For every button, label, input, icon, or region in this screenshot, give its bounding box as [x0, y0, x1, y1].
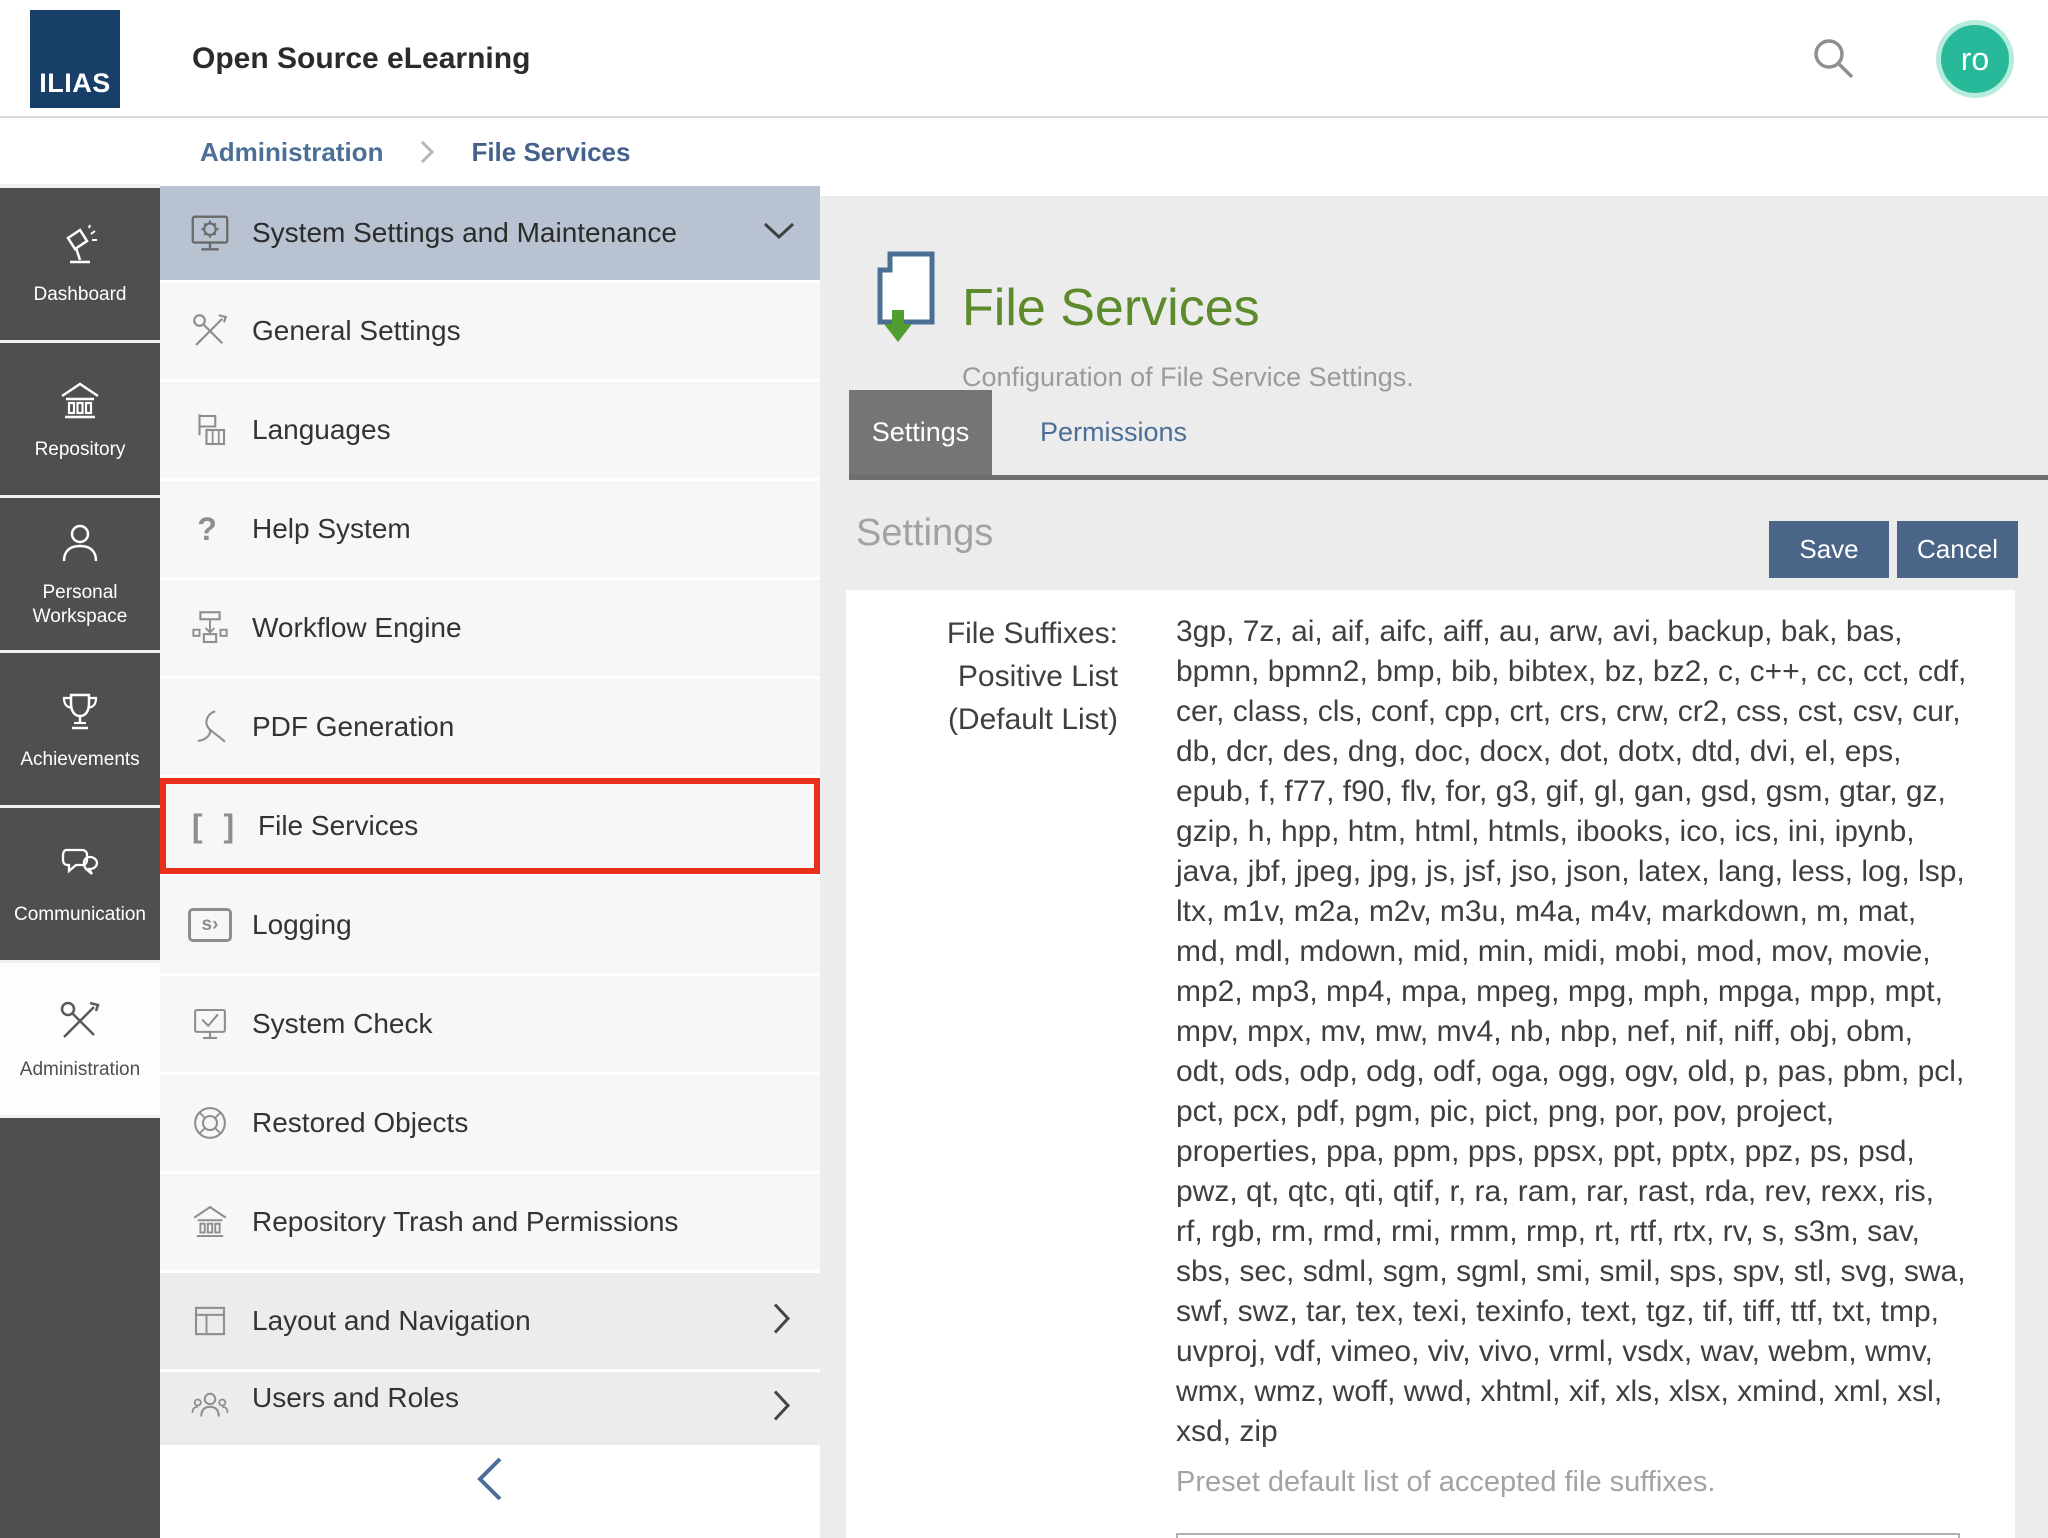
- menu-item-label: Restored Objects: [252, 1107, 468, 1139]
- menu-item-languages[interactable]: Languages: [160, 382, 820, 478]
- bank-icon: [184, 1198, 236, 1246]
- positive-list-value: 3gp, 7z, ai, aif, aifc, aiff, au, arw, a…: [1176, 612, 1968, 1452]
- pdf-swirl-icon: [184, 703, 236, 751]
- sidebar-item-label: Achievements: [14, 748, 145, 772]
- menu-item-logging[interactable]: s› Logging: [160, 877, 820, 973]
- app-title: Open Source eLearning: [192, 0, 530, 118]
- sidebar-filler: [0, 1118, 160, 1538]
- menu-item-label: Languages: [252, 414, 391, 446]
- tab-bar: Settings Permissions: [849, 390, 1235, 475]
- sidebar-item-repository[interactable]: Repository: [0, 343, 160, 495]
- workflow-icon: [184, 604, 236, 652]
- main-sidebar: Dashboard Repository Personal Workspace: [0, 184, 160, 1538]
- tools-icon: [184, 307, 236, 355]
- menu-item-label: Repository Trash and Permissions: [252, 1206, 678, 1238]
- menu-item-label: General Settings: [252, 315, 461, 347]
- menu-item-label: Help System: [252, 513, 411, 545]
- sidebar-item-achievements[interactable]: Achievements: [0, 653, 160, 805]
- user-avatar[interactable]: ro: [1936, 20, 2014, 98]
- languages-flag-icon: [184, 406, 236, 454]
- chevron-right-icon: [772, 1389, 792, 1428]
- menu-item-layout-navigation[interactable]: Layout and Navigation: [160, 1273, 820, 1369]
- settings-form-panel: File Suffixes: Positive List (Default Li…: [846, 590, 2015, 1538]
- sidebar-item-communication[interactable]: Communication: [0, 808, 160, 960]
- ilias-logo[interactable]: ILIAS: [30, 10, 120, 108]
- breadcrumb: Administration File Services: [0, 120, 2048, 184]
- chat-bubbles-icon: [56, 842, 104, 890]
- menu-item-pdf-generation[interactable]: PDF Generation: [160, 679, 820, 775]
- tab-underline: [849, 475, 2048, 480]
- menu-header-label: System Settings and Maintenance: [252, 217, 677, 249]
- logo-text: ILIAS: [39, 68, 111, 99]
- menu-item-label: Logging: [252, 909, 352, 941]
- menu-item-general-settings[interactable]: General Settings: [160, 283, 820, 379]
- form-row-positive-list: File Suffixes: Positive List (Default Li…: [846, 590, 2015, 1499]
- sidebar-item-label: Communication: [8, 903, 152, 927]
- file-services-object-icon: [866, 248, 946, 369]
- collapse-panel-button[interactable]: [472, 1453, 508, 1510]
- help-question-icon: ?: [184, 505, 236, 553]
- layout-icon: [184, 1297, 236, 1345]
- save-button[interactable]: Save: [1769, 521, 1889, 578]
- page-title: File Services: [962, 278, 1260, 338]
- section-heading: Settings: [856, 512, 993, 555]
- menu-item-workflow-engine[interactable]: Workflow Engine: [160, 580, 820, 676]
- ilias-admin-window: ILIAS Open Source eLearning ro Administr…: [0, 0, 2048, 1538]
- search-button[interactable]: [1808, 33, 1860, 85]
- admin-tools-icon: [56, 997, 104, 1045]
- top-header: ILIAS Open Source eLearning ro: [0, 0, 2048, 118]
- negative-list-textarea[interactable]: [1176, 1533, 1960, 1538]
- menu-item-users-roles[interactable]: Users and Roles: [160, 1372, 820, 1445]
- users-group-icon: [184, 1382, 236, 1430]
- menu-header-system-settings[interactable]: System Settings and Maintenance: [160, 186, 820, 280]
- menu-item-label: Workflow Engine: [252, 612, 462, 644]
- tab-settings[interactable]: Settings: [849, 390, 992, 475]
- sidebar-item-label: Repository: [29, 438, 132, 462]
- sidebar-item-administration[interactable]: Administration: [0, 963, 160, 1115]
- sidebar-item-label: Dashboard: [28, 283, 133, 307]
- menu-item-file-services[interactable]: [ ] File Services: [160, 778, 820, 874]
- chevron-down-icon: [762, 221, 796, 246]
- breadcrumb-file-services: File Services: [471, 137, 630, 168]
- sidebar-item-label: Administration: [14, 1058, 146, 1082]
- main-content: File Services Configuration of File Serv…: [820, 184, 2048, 1538]
- tab-permissions[interactable]: Permissions: [992, 390, 1235, 475]
- sidebar-item-personal-workspace[interactable]: Personal Workspace: [0, 498, 160, 650]
- menu-item-label: PDF Generation: [252, 711, 454, 743]
- positive-list-label: File Suffixes: Positive List (Default Li…: [846, 612, 1118, 741]
- cancel-button[interactable]: Cancel: [1897, 521, 2018, 578]
- sidebar-item-label: Personal Workspace: [0, 581, 160, 629]
- chevron-right-icon: [772, 1302, 792, 1341]
- menu-item-label: Layout and Navigation: [252, 1305, 531, 1337]
- menu-item-repository-trash[interactable]: Repository Trash and Permissions: [160, 1174, 820, 1270]
- admin-menu-panel: System Settings and Maintenance General …: [160, 184, 820, 1538]
- breadcrumb-chevron-icon: [419, 139, 435, 165]
- menu-item-label: System Check: [252, 1008, 433, 1040]
- logging-terminal-icon: s›: [184, 901, 236, 949]
- system-check-monitor-icon: [184, 1000, 236, 1048]
- sidebar-item-dashboard[interactable]: Dashboard: [0, 188, 160, 340]
- page-subtitle: Configuration of File Service Settings.: [962, 362, 1414, 393]
- menu-footer: [160, 1448, 820, 1538]
- content-area: File Services Configuration of File Serv…: [820, 196, 2048, 1538]
- menu-item-label: File Services: [258, 810, 418, 842]
- menu-item-system-check[interactable]: System Check: [160, 976, 820, 1072]
- lifebuoy-icon: [184, 1099, 236, 1147]
- chevron-left-icon: [472, 1453, 508, 1505]
- system-settings-monitor-gear-icon: [184, 209, 236, 257]
- menu-item-restored-objects[interactable]: Restored Objects: [160, 1075, 820, 1171]
- search-icon: [1808, 33, 1860, 85]
- repository-bank-icon: [56, 377, 104, 425]
- positive-list-hint: Preset default list of accepted file suf…: [1176, 1466, 1968, 1499]
- breadcrumb-administration[interactable]: Administration: [200, 137, 383, 168]
- menu-item-help-system[interactable]: ? Help System: [160, 481, 820, 577]
- trophy-icon: [56, 687, 104, 735]
- person-icon: [56, 520, 104, 568]
- form-row-negative-list: File Suffixes: Negative List: [846, 1533, 2015, 1538]
- brackets-icon: [ ]: [190, 802, 242, 850]
- avatar-initials: ro: [1961, 41, 1989, 78]
- dashboard-lamp-icon: [56, 222, 104, 270]
- menu-item-label: Users and Roles: [252, 1382, 459, 1414]
